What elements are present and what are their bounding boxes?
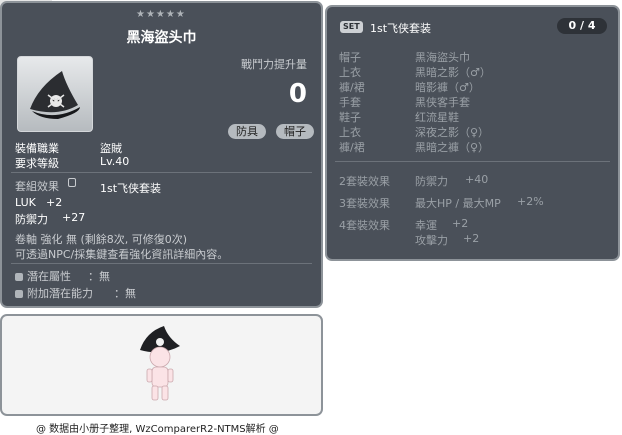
set-slot-list: 帽子 上衣 褲/裙 手套 鞋子 上衣 褲/裙 — [339, 50, 365, 155]
set-bonus-3-stat: 最大HP / 最大MP — [415, 197, 501, 210]
potential-bullet-icon — [15, 273, 23, 281]
footer-credit: @ 数据由小册子整理, WzComparerR2-NTMS解析 @ — [36, 424, 279, 435]
set-effect-label: 套組效果 — [15, 180, 59, 193]
power-increase-value: 0 — [288, 79, 307, 109]
luk-value: +2 — [46, 196, 63, 209]
pirate-bandana-icon — [30, 71, 80, 119]
set-bonus-4-stat-1: 幸運 — [415, 219, 437, 232]
set-slot: 褲/裙 — [339, 141, 365, 154]
set-piece-name: 黑侠客手套 — [415, 96, 470, 109]
set-slot: 上衣 — [339, 66, 361, 79]
npc-info-line: 可透過NPC/採集鍵查看強化資訊詳細內容。 — [15, 248, 229, 261]
set-effect-value: 1st飞侠套装 — [100, 182, 162, 195]
set-slot: 褲/裙 — [339, 81, 365, 94]
set-bonus-3-label: 3套裝效果 — [339, 197, 390, 210]
set-piece-name: 暗影褲（♂） — [415, 81, 480, 94]
luk-label: LUK — [15, 196, 36, 209]
tag-armor: 防具 — [228, 124, 266, 139]
set-count: 0 / 4 — [557, 18, 607, 34]
set-piece-name: 黑暗之褲（♀） — [415, 141, 490, 154]
scroll-enhance-line: 卷軸 強化 無 (剩餘8次, 可修復0次) — [15, 233, 188, 246]
set-badge: SET — [340, 21, 363, 33]
job-value: 盜賊 — [100, 142, 122, 155]
item-tooltip-panel: ★★★★★ 黑海盜头巾 戰鬥力提升量 0 防具 帽子 裝備職業 盜賊 要求等級 … — [0, 1, 323, 308]
tag-hat: 帽子 — [276, 124, 314, 139]
set-slot: 手套 — [339, 96, 361, 109]
defense-label: 防禦力 — [15, 213, 48, 226]
character-avatar — [140, 326, 180, 401]
defense-value: +27 — [62, 211, 86, 224]
set-bonus-4-label: 4套裝效果 — [339, 219, 390, 232]
set-bonus-4-stat-2: 攻擊力 — [415, 234, 448, 247]
divider — [11, 263, 312, 264]
set-bonus-4-value-1: +2 — [452, 217, 469, 230]
star-rating: ★★★★★ — [136, 9, 186, 20]
potential-row: 潛在屬性 — [15, 268, 71, 284]
power-increase-label: 戰鬥力提升量 — [241, 58, 307, 71]
set-slot: 鞋子 — [339, 111, 361, 124]
bonus-potential-label: 附加潛在能力 — [27, 287, 93, 300]
set-slot: 上衣 — [339, 126, 361, 139]
set-info-panel: SET 1st飞侠套装 0 / 4 帽子 上衣 褲/裙 手套 鞋子 上衣 褲/裙… — [325, 5, 620, 261]
item-name: 黑海盜头巾 — [126, 30, 197, 46]
bonus-bullet-icon — [15, 290, 23, 298]
job-label: 裝備職業 — [15, 142, 59, 155]
divider — [11, 172, 312, 173]
set-piece-name: 黑海盜头巾 — [415, 51, 470, 64]
set-bonus-2-label: 2套裝效果 — [339, 175, 390, 188]
character-preview-panel — [0, 314, 323, 416]
level-label: 要求等級 — [15, 157, 59, 170]
set-name: 1st飞侠套装 — [370, 22, 432, 35]
potential-value: ：無 — [88, 270, 110, 283]
set-bonus-2-stat: 防禦力 — [415, 175, 448, 188]
set-bonus-2-value: +40 — [465, 173, 489, 186]
set-bonus-3-value: +2% — [517, 195, 544, 208]
item-icon — [17, 56, 93, 132]
set-piece-list: 黑海盜头巾 黑暗之影（♂） 暗影褲（♂） 黑侠客手套 红流星鞋 深夜之影（♀） … — [415, 50, 491, 155]
set-piece-name: 深夜之影（♀） — [415, 126, 490, 139]
potential-label: 潛在屬性 — [27, 270, 71, 283]
bonus-potential-row: 附加潛在能力 — [15, 285, 93, 301]
set-bonus-4-value-2: +2 — [463, 232, 480, 245]
bonus-potential-value: ：無 — [114, 287, 136, 300]
level-value: Lv.40 — [100, 155, 130, 168]
lock-icon — [68, 178, 76, 187]
divider — [335, 161, 610, 162]
set-slot: 帽子 — [339, 51, 361, 64]
set-piece-name: 黑暗之影（♂） — [415, 66, 491, 79]
set-piece-name: 红流星鞋 — [415, 111, 459, 124]
